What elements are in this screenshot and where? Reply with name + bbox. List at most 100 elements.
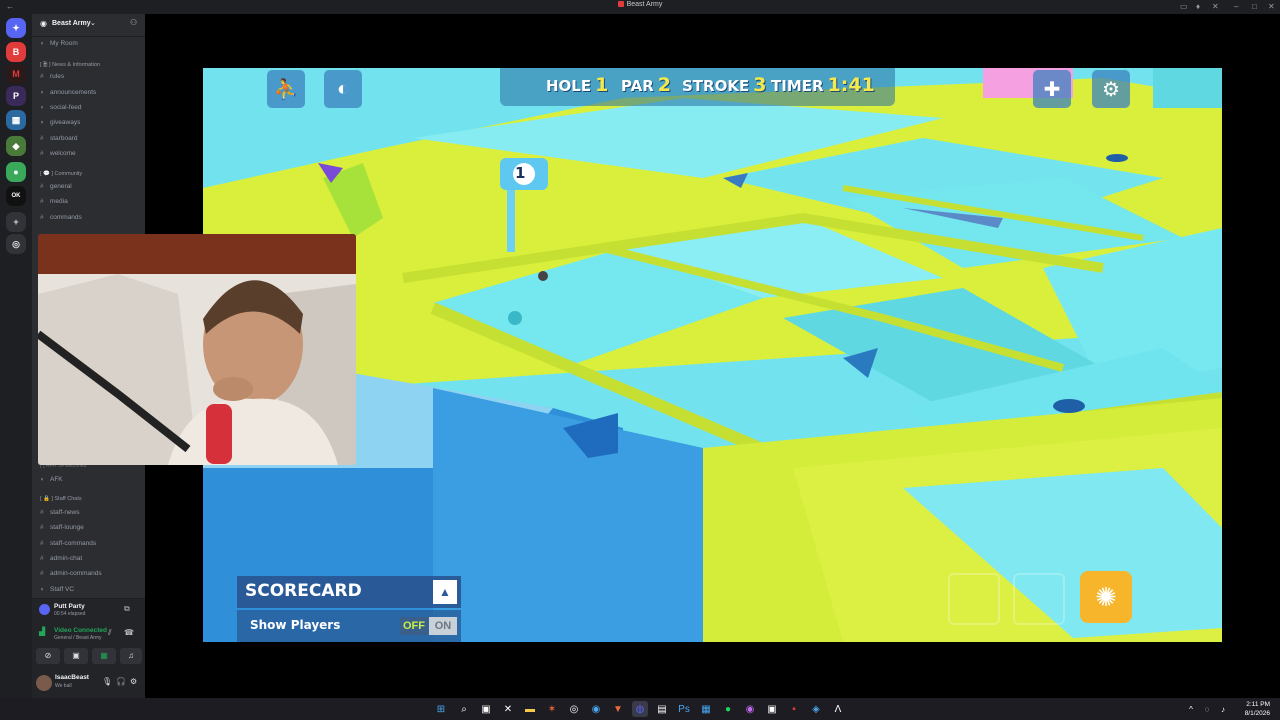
server-icon-dark[interactable]: OK xyxy=(6,186,26,206)
category-staff[interactable]: [ 🔒 ] Staff Chats xyxy=(40,496,82,502)
server-icon-green[interactable]: ◆ xyxy=(6,136,26,156)
settings-button[interactable]: ⚙ xyxy=(1092,70,1130,108)
disconnect-icon[interactable]: ☎ xyxy=(124,628,134,637)
add-player-button[interactable]: ✚ xyxy=(1033,70,1071,108)
tools-icon[interactable]: ✕ xyxy=(1212,2,1219,12)
minimize-button[interactable]: – xyxy=(1234,2,1238,12)
channel-rules[interactable]: # rules xyxy=(40,73,64,80)
window-title: Beast Army xyxy=(0,1,1280,8)
server-icon-m[interactable]: M xyxy=(6,64,26,84)
channel-admin-chat[interactable]: # admin-chat xyxy=(40,555,82,562)
channel-giveaways[interactable]: ◖ giveaways xyxy=(40,119,80,126)
channel-commands[interactable]: # commands xyxy=(40,214,82,221)
camera-toggle-button[interactable]: ◐ xyxy=(324,70,362,108)
app-icon-5[interactable]: ◉ xyxy=(742,701,758,717)
par-indicator: PAR 2 xyxy=(621,74,672,96)
server-rail: ✦ B M P ▦ ◆ ● OK + ◎ xyxy=(0,14,32,698)
start-button[interactable]: ⊞ xyxy=(433,701,449,717)
toggle-on-option[interactable]: ON xyxy=(429,617,457,635)
emote-slot-1[interactable] xyxy=(948,573,1000,625)
app-icon-8[interactable]: ◈ xyxy=(808,701,824,717)
channel-media[interactable]: # media xyxy=(40,198,68,205)
spectate-button[interactable]: ⛹ xyxy=(267,70,305,108)
brave-icon[interactable]: ▼ xyxy=(610,701,626,717)
app-icon-6[interactable]: ▣ xyxy=(764,701,780,717)
task-view-icon[interactable]: ▣ xyxy=(478,701,494,717)
user-status: We ball xyxy=(55,683,72,689)
close-button[interactable]: ✕ xyxy=(1268,2,1275,12)
app-icon-7[interactable]: ▪ xyxy=(786,701,802,717)
channel-my-room[interactable]: ◖ My Room xyxy=(40,40,78,47)
channel-social-feed[interactable]: ◖ social-feed xyxy=(40,104,81,111)
scorecard-panel: SCORECARD ▲ Show Players OFF ON xyxy=(237,576,461,642)
expand-scorecard-button[interactable]: ▲ xyxy=(433,580,457,604)
volume-icon[interactable]: ♪ xyxy=(1215,701,1231,717)
screen-share-button[interactable]: ▣ xyxy=(64,648,88,664)
octopus-icon: ✺ xyxy=(1095,581,1117,612)
activities-button[interactable]: ▦ xyxy=(92,648,116,664)
discord-taskbar-icon[interactable]: ◍ xyxy=(632,701,648,717)
server-icon-p[interactable]: P xyxy=(6,86,26,106)
activity-elapsed: 00:54 elapsed xyxy=(54,611,86,617)
gear-icon: ⚙ xyxy=(1102,78,1120,101)
add-server-icon[interactable]: + xyxy=(6,212,26,232)
network-icon[interactable]: ◌ xyxy=(1199,701,1215,717)
add-member-icon[interactable]: ⚇ xyxy=(130,18,137,27)
file-explorer-icon[interactable]: ▬ xyxy=(522,701,538,717)
channel-staff-vc[interactable]: ◖ Staff VC xyxy=(40,586,74,593)
camera-off-button[interactable]: ⊘ xyxy=(36,648,60,664)
popout-icon[interactable]: ⧉ xyxy=(124,604,130,614)
server-icon-teal[interactable]: ● xyxy=(6,162,26,182)
activity-icon xyxy=(39,604,50,615)
maximize-button[interactable]: □ xyxy=(1252,2,1257,12)
system-clock[interactable]: 2:11 PM 8/1/2026 xyxy=(1245,700,1270,718)
channel-admin-commands[interactable]: # admin-commands xyxy=(40,570,102,577)
category-community[interactable]: [ 💬 ] Community xyxy=(40,171,82,177)
chevron-up-icon[interactable]: ^ xyxy=(1183,701,1199,717)
server-folder-icon[interactable]: ▦ xyxy=(6,110,26,130)
inbox-icon[interactable]: ▭ xyxy=(1180,2,1188,12)
search-icon[interactable]: ⌕ xyxy=(456,701,472,717)
emote-slot-2[interactable] xyxy=(1013,573,1065,625)
channel-staff-lounge[interactable]: # staff-lounge xyxy=(40,524,84,531)
app-icon-3[interactable]: ▤ xyxy=(654,701,670,717)
app-icon-1[interactable]: ✶ xyxy=(544,701,560,717)
category-news[interactable]: [ 🗎 ] News & Information xyxy=(40,61,100,70)
scorecard-header[interactable]: SCORECARD ▲ xyxy=(237,576,461,608)
channel-welcome[interactable]: # welcome xyxy=(40,150,76,157)
bell-icon[interactable]: ♦ xyxy=(1196,2,1200,12)
app-icon-4[interactable]: ▦ xyxy=(698,701,714,717)
photoshop-icon[interactable]: Ps xyxy=(676,701,692,717)
app-icon-9[interactable]: Λ xyxy=(830,701,846,717)
channel-staff-commands[interactable]: # staff-commands xyxy=(40,540,96,547)
voice-channel: General / Beast Army xyxy=(54,635,102,641)
voice-status: Video Connected xyxy=(54,627,107,634)
avatar[interactable] xyxy=(36,675,52,691)
app-icon-2[interactable]: ◎ xyxy=(566,701,582,717)
activity-name: Putt Party xyxy=(54,603,85,610)
noise-suppression-icon[interactable]: ⫽ xyxy=(108,628,112,638)
server-icon-beast[interactable]: B xyxy=(6,42,26,62)
widgets-icon[interactable]: ✕ xyxy=(500,701,516,717)
chrome-icon[interactable]: ◉ xyxy=(588,701,604,717)
headphones-icon[interactable]: 🎧 xyxy=(116,677,126,686)
channel-general[interactable]: # general xyxy=(40,183,72,190)
channel-afk[interactable]: ◖ AFK xyxy=(40,476,63,483)
ability-button[interactable]: ✺ xyxy=(1080,571,1132,623)
server-name: Beast Army xyxy=(52,20,91,27)
server-badge-icon: ◉ xyxy=(40,19,47,28)
toggle-off-option[interactable]: OFF xyxy=(400,617,428,635)
channel-announcements[interactable]: ◖ announcements xyxy=(40,89,96,96)
discover-icon[interactable]: ◎ xyxy=(6,234,26,254)
username: IsaacBeast xyxy=(55,674,89,681)
hole-indicator: HOLE 1 xyxy=(546,74,609,96)
channel-staff-news[interactable]: # staff-news xyxy=(40,509,80,516)
channel-starboard[interactable]: # starboard xyxy=(40,135,77,142)
soundboard-button[interactable]: ♫ xyxy=(120,648,142,664)
server-header[interactable]: ◉ Beast Army ⌄ ⚇ xyxy=(32,14,145,37)
microphone-icon[interactable]: 🎙 xyxy=(102,677,112,686)
spotify-icon[interactable]: ● xyxy=(720,701,736,717)
timer-indicator: TIMER 1:41 xyxy=(771,74,875,96)
settings-gear-icon[interactable]: ⚙ xyxy=(130,677,137,686)
discord-home-icon[interactable]: ✦ xyxy=(6,18,26,38)
